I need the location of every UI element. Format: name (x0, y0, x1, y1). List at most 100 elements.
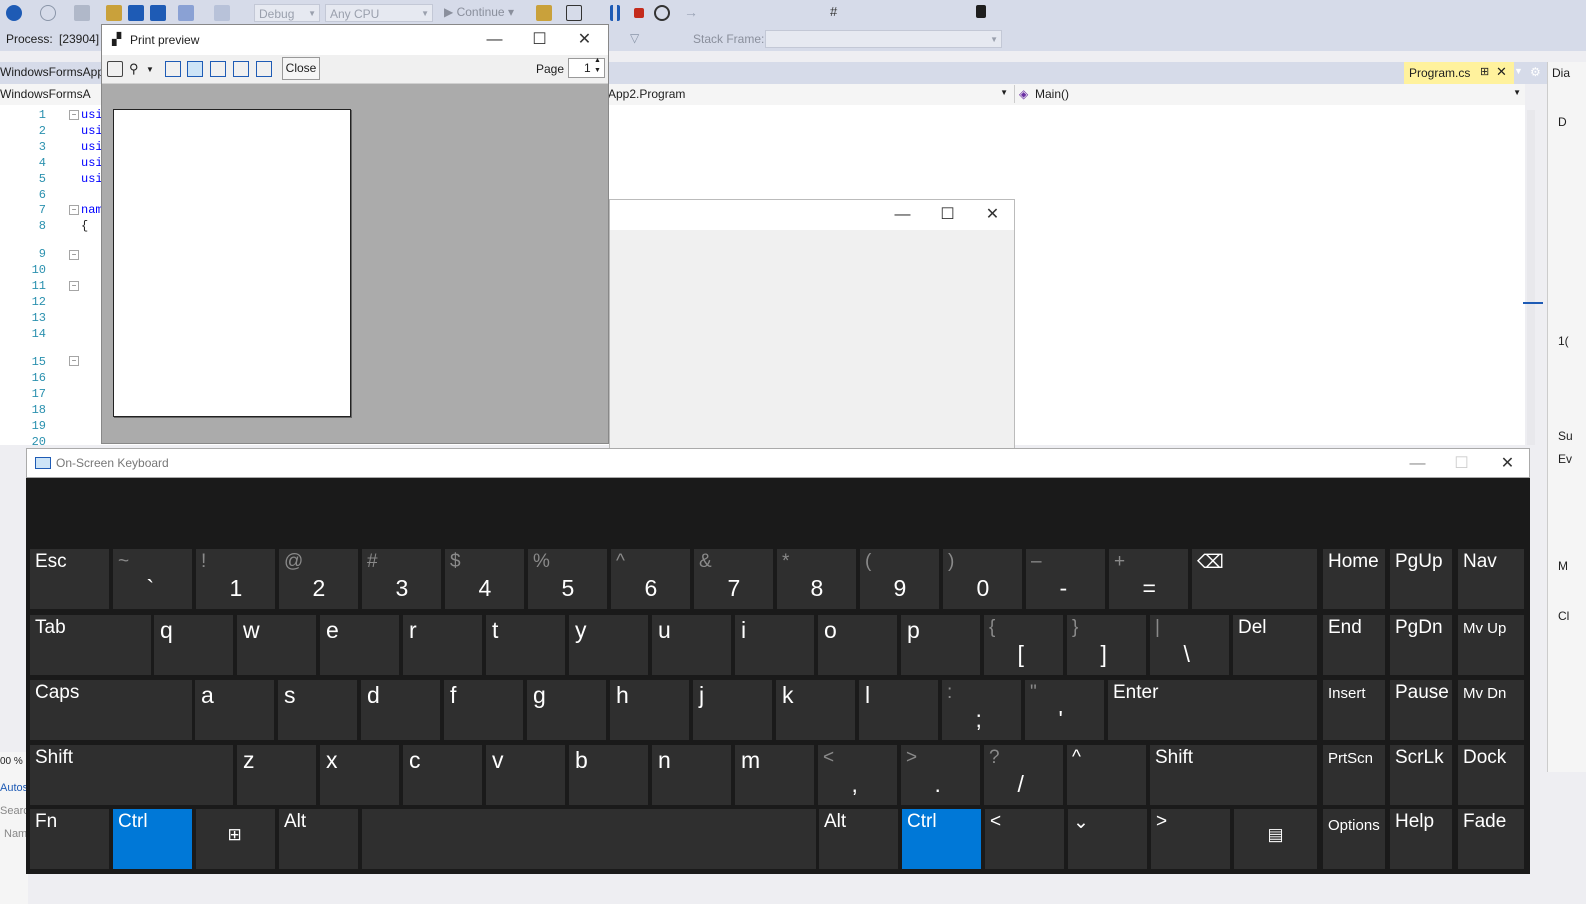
key-8[interactable]: * 8 (777, 549, 856, 609)
toggle-breakpoint-icon[interactable]: # (830, 4, 846, 20)
key-quote[interactable]: " ' (1025, 680, 1104, 740)
key-w[interactable]: w (237, 615, 316, 675)
key-v[interactable]: v (486, 745, 565, 805)
maximize-icon[interactable]: ☐ (517, 25, 562, 55)
key-period[interactable]: >. (901, 745, 980, 805)
print-icon[interactable] (107, 61, 123, 77)
key-4[interactable]: $4 (445, 549, 524, 609)
key-l[interactable]: l (859, 680, 938, 740)
save-icon[interactable] (128, 5, 144, 21)
key-backspace[interactable]: ⌫ (1192, 549, 1317, 609)
restart-icon[interactable] (654, 5, 670, 21)
one-page-icon[interactable] (165, 61, 181, 77)
key-b[interactable]: b (569, 745, 648, 805)
key-backslash[interactable]: | \ (1150, 615, 1229, 675)
two-pages-icon[interactable] (187, 61, 203, 77)
minimize-icon[interactable]: — (880, 200, 925, 230)
member-dropdown[interactable]: ◈ Main() ▼ (1014, 85, 1523, 103)
autos-tab[interactable]: Autos (0, 782, 28, 794)
solution-explorer-tab[interactable]: WindowsFormsApp (0, 65, 104, 79)
key-semicolon[interactable]: :; (942, 680, 1021, 740)
diagnostic-tools-tab[interactable]: Dia (1552, 66, 1570, 80)
key-u[interactable]: u (652, 615, 731, 675)
key-scrlk[interactable]: ScrLk (1390, 745, 1452, 805)
key-caps[interactable]: Caps (30, 680, 192, 740)
show-next-statement-icon[interactable]: → (684, 4, 700, 20)
chevron-down-icon[interactable]: ▼ (146, 65, 154, 74)
maximize-icon[interactable]: ☐ (925, 200, 970, 230)
key-lctrl[interactable]: Ctrl (113, 809, 192, 869)
key-equals[interactable]: + = (1109, 549, 1188, 609)
key-1[interactable]: ! 1 (196, 549, 275, 609)
forward-icon[interactable] (40, 5, 56, 21)
continue-button[interactable]: ▶ Continue ▾ (444, 5, 514, 19)
process-value[interactable]: [23904] (59, 32, 99, 46)
four-pages-icon[interactable] (233, 61, 249, 77)
stop-icon[interactable] (634, 8, 644, 18)
key-s[interactable]: s (278, 680, 357, 740)
screenshot-icon[interactable] (566, 5, 582, 21)
key-q[interactable]: q (154, 615, 233, 675)
filter-icon[interactable]: ▽ (630, 31, 639, 45)
key-slash[interactable]: ? / (984, 745, 1063, 805)
save-all-icon[interactable] (150, 5, 166, 21)
stepper-up-icon[interactable]: ▲ (594, 57, 601, 64)
key-mv-up[interactable]: Mv Up (1458, 615, 1524, 675)
form-window[interactable]: — ☐ ✕ (609, 199, 1015, 449)
tab-program-cs[interactable]: Program.cs ⊞ ✕ (1404, 62, 1514, 84)
key-6[interactable]: ^ 6 (611, 549, 690, 609)
key-backtick[interactable]: ~ ` (113, 549, 192, 609)
key-end[interactable]: End (1323, 615, 1385, 675)
key-c[interactable]: c (403, 745, 482, 805)
zoom-level[interactable]: 00 % (0, 756, 23, 767)
key-y[interactable]: y (569, 615, 648, 675)
key-enter[interactable]: Enter (1108, 680, 1317, 740)
close-icon[interactable]: ✕ (1496, 64, 1507, 80)
key-rshift[interactable]: Shift (1150, 745, 1317, 805)
key-prtscn[interactable]: PrtScn (1323, 745, 1385, 805)
key-z[interactable]: z (237, 745, 316, 805)
key-0[interactable]: ) 0 (943, 549, 1022, 609)
key-ralt[interactable]: Alt (819, 809, 898, 869)
key-nav[interactable]: Nav (1458, 549, 1524, 609)
key-insert[interactable]: Insert (1323, 680, 1385, 740)
key-m[interactable]: m (735, 745, 814, 805)
key-rbracket[interactable]: }] (1067, 615, 1146, 675)
key-i[interactable]: i (735, 615, 814, 675)
key-lbracket[interactable]: {[ (984, 615, 1063, 675)
key-pgdn[interactable]: PgDn (1390, 615, 1452, 675)
autos-search-input[interactable]: Searc (0, 805, 29, 817)
key-x[interactable]: x (320, 745, 399, 805)
key-r[interactable]: r (403, 615, 482, 675)
collapse-icon[interactable]: − (69, 356, 79, 366)
bookmark-icon[interactable] (976, 5, 986, 18)
key-f[interactable]: f (444, 680, 523, 740)
collapse-icon[interactable]: − (69, 205, 79, 215)
key-k[interactable]: k (776, 680, 855, 740)
open-file-icon[interactable] (106, 5, 122, 21)
collapse-icon[interactable]: − (69, 110, 79, 120)
stack-frame-dropdown[interactable]: ▼ (765, 30, 1002, 48)
pin-icon[interactable]: ⊞ (1480, 65, 1489, 78)
close-icon[interactable]: ✕ (1485, 449, 1530, 479)
key-lshift[interactable]: Shift (30, 745, 233, 805)
new-project-icon[interactable] (74, 5, 90, 21)
key-options[interactable]: Options (1323, 809, 1385, 869)
undo-icon[interactable] (178, 5, 194, 21)
collapse-icon[interactable]: − (69, 250, 79, 260)
key-5[interactable]: % 5 (528, 549, 607, 609)
key-home[interactable]: Home (1323, 549, 1385, 609)
key-left[interactable]: < (985, 809, 1064, 869)
key-7[interactable]: & 7 (694, 549, 773, 609)
minimize-icon[interactable]: — (1395, 449, 1440, 479)
key-esc[interactable]: Esc (30, 549, 109, 609)
minimize-icon[interactable]: — (472, 25, 517, 55)
key-2[interactable]: @2 (279, 549, 358, 609)
key-d[interactable]: d (361, 680, 440, 740)
three-pages-icon[interactable] (210, 61, 226, 77)
back-icon[interactable] (6, 5, 22, 21)
key-e[interactable]: e (320, 615, 399, 675)
key-help[interactable]: Help (1390, 809, 1452, 869)
key-n[interactable]: n (652, 745, 731, 805)
zoom-icon[interactable]: ⚲ (128, 61, 144, 77)
